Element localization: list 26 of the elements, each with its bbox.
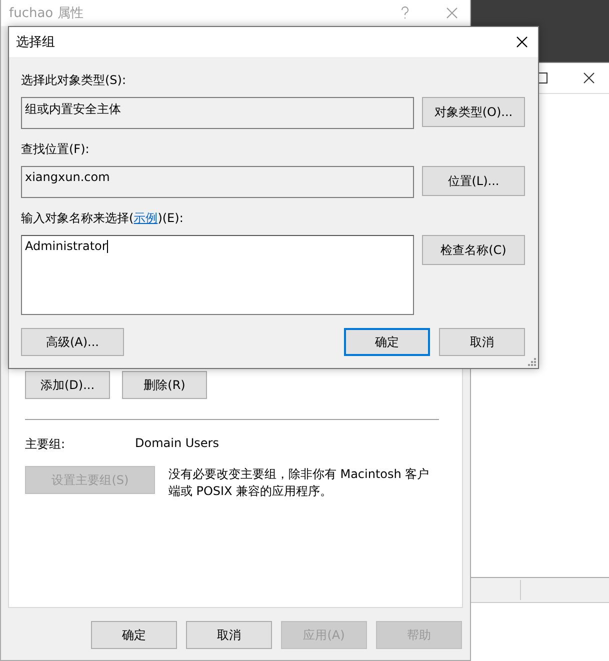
close-icon[interactable] [516, 36, 528, 48]
dialog-button[interactable]: 确定 [344, 328, 430, 356]
examples-link[interactable]: 示例 [134, 211, 158, 225]
object-type-field: 组或内置安全主体 [21, 97, 414, 129]
location-field: xiangxun.com [21, 166, 414, 198]
primary-group-value: Domain Users [135, 436, 219, 452]
dialog-button[interactable]: 取消 [186, 621, 272, 649]
note-text: 没有必要改变主要组，除非你有 Macintosh 客户端或 POSIX 兼容的应用程序。 [168, 466, 430, 500]
remove-button[interactable]: 删除(R) [122, 371, 207, 399]
window-title: fuchao 属性 [9, 5, 84, 22]
resize-grip-icon[interactable] [528, 358, 536, 366]
dialog-title: 选择组 [16, 34, 55, 51]
field-label: 查找位置(F): [21, 141, 90, 158]
object-types-button[interactable]: 对象类型(O)... [422, 97, 525, 127]
locations-button[interactable]: 位置(L)... [422, 166, 525, 196]
help-icon[interactable] [400, 6, 410, 20]
check-names-button[interactable]: 检查名称(C) [422, 235, 525, 265]
add-button[interactable]: 添加(D)... [25, 371, 110, 399]
object-name-field[interactable]: Administrator [21, 235, 414, 315]
close-icon[interactable] [583, 72, 595, 84]
field-label: 选择此对象类型(S): [21, 72, 128, 89]
field-label: 输入对象名称来选择(示例)(E): [21, 210, 184, 227]
primary-group-label: 主要组: [25, 436, 66, 453]
dialog-button[interactable]: 确定 [91, 621, 177, 649]
dialog-button[interactable]: 取消 [439, 328, 525, 356]
dialog-button[interactable]: 高级(A)... [21, 328, 124, 356]
